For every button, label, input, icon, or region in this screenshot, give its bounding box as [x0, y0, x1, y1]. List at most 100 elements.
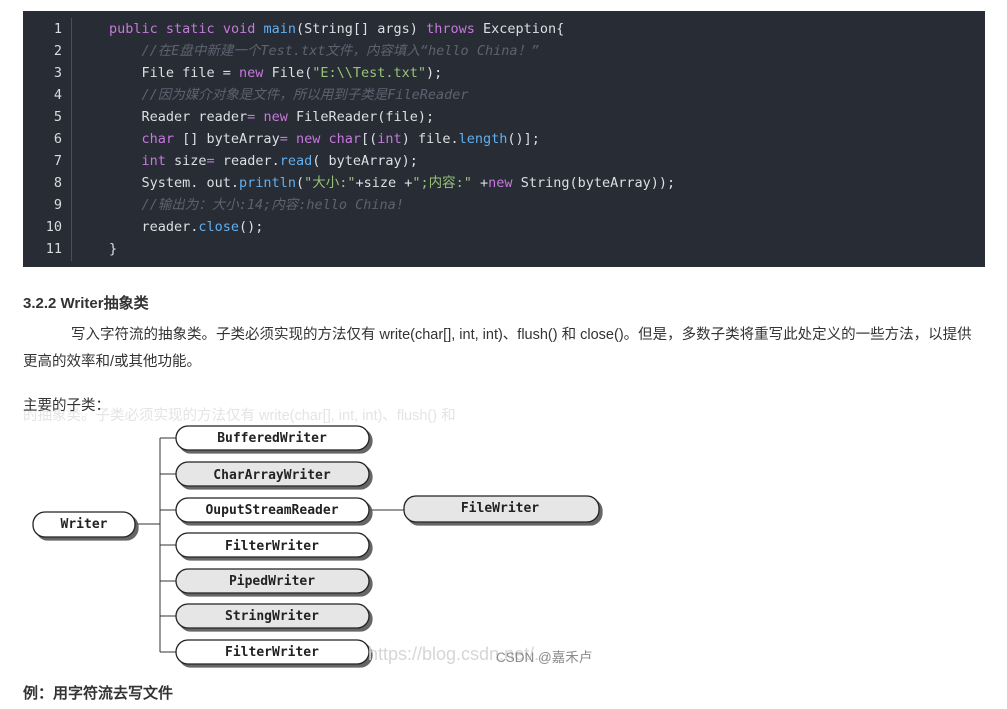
line-number: 6 [53, 131, 62, 147]
code-token: char [328, 131, 362, 147]
code-token: "E:\\Test.txt" [312, 65, 427, 81]
node-writer-label: Writer [61, 517, 108, 532]
code-token: (String[] args) [296, 21, 427, 37]
code-token: println [239, 175, 296, 191]
code-line: int size= reader.read( byteArray); [109, 150, 985, 172]
code-token: //输出为：大小:14;内容:hello China! [141, 197, 404, 213]
line-number: 4 [53, 87, 62, 103]
line-number: 5 [53, 109, 62, 125]
code-token: ); [426, 65, 443, 81]
code-token: ( byteArray); [312, 153, 418, 169]
node-outputstreamreader: OuputStreamReader [175, 497, 370, 523]
code-token: = [279, 131, 288, 147]
code-token: int [377, 131, 402, 147]
line-number: 8 [53, 175, 62, 191]
code-token: new [263, 109, 288, 125]
code-token: reader. [214, 153, 280, 169]
node-chararraywriter-label: CharArrayWriter [213, 468, 331, 483]
code-line: reader.close(); [109, 216, 985, 238]
code-token: ";内容:" [412, 175, 472, 191]
code-token: File( [263, 65, 313, 81]
code-token: close [198, 219, 240, 235]
code-line: File file = new File("E:\\Test.txt"); [109, 62, 985, 84]
code-token: [( [361, 131, 378, 147]
code-block: 1 2 3 4 5 6 7 8 9 10 11 public static void main(St… [23, 11, 985, 267]
node-filterwriter-1-label: FilterWriter [225, 539, 319, 554]
code-token: int [141, 153, 166, 169]
line-number: 10 [45, 219, 62, 235]
code-token: FileReader(file); [287, 109, 435, 125]
code-token: read [279, 153, 313, 169]
code-token: //在E盘中新建一个Test.txt文件，内容填入“hello China！” [141, 43, 540, 59]
code-token: + [471, 175, 489, 191]
code-token: = [206, 153, 215, 169]
csdn-watermark: CSDN @嘉禾卢 [496, 650, 593, 665]
code-token: public [109, 21, 158, 37]
code-token: new [239, 65, 264, 81]
node-stringwriter: StringWriter [175, 603, 370, 629]
code-content: public static void main(String[] args) t… [109, 18, 985, 260]
code-line: //因为媒介对象是文件，所以用到子类是FileReader [109, 84, 985, 106]
code-line: System. out.println("大小:"+size +";内容:" +… [109, 172, 985, 194]
code-token: [] byteArray [174, 131, 280, 147]
line-number: 1 [53, 21, 62, 37]
code-token: (); [239, 219, 264, 235]
code-line: char [] byteArray= new char[(int) file.l… [109, 128, 985, 150]
code-token: System. out. [109, 175, 240, 191]
node-chararraywriter: CharArrayWriter [175, 461, 370, 487]
code-line: } [109, 238, 985, 260]
node-bufferedwriter: BufferedWriter [175, 425, 370, 451]
code-token: void [222, 21, 256, 37]
node-writer: Writer [32, 511, 136, 538]
example-heading: 例：用字符流去写文件 [23, 685, 174, 702]
code-token: ) file. [401, 131, 459, 147]
node-pipedwriter: PipedWriter [175, 568, 370, 594]
code-token: String(byteArray)); [512, 175, 676, 191]
code-token: char [141, 131, 175, 147]
code-token: //因为媒介对象是文件，所以用到子类是FileReader [141, 87, 469, 103]
code-token: static [165, 21, 215, 37]
writer-class-diagram: Writer BufferedWriter CharArrayWriter Ou… [32, 425, 600, 665]
node-filewriter: FileWriter [403, 495, 600, 523]
node-stringwriter-label: StringWriter [225, 609, 319, 624]
code-token: } [109, 241, 118, 257]
code-token: main [263, 21, 297, 37]
line-number: 2 [53, 43, 62, 59]
node-filewriter-label: FileWriter [461, 501, 539, 516]
code-token: "大小:" [304, 175, 356, 191]
node-bufferedwriter-label: BufferedWriter [217, 431, 327, 446]
code-line: //在E盘中新建一个Test.txt文件，内容填入“hello China！” [109, 40, 985, 62]
line-number: 3 [53, 65, 62, 81]
line-number: 7 [53, 153, 62, 169]
code-line: public static void main(String[] args) t… [109, 18, 985, 40]
code-line: Reader reader= new FileReader(file); [109, 106, 985, 128]
node-outputstreamreader-label: OuputStreamReader [205, 503, 338, 518]
node-pipedwriter-label: PipedWriter [229, 574, 315, 589]
code-token: new [295, 131, 321, 147]
section-heading: 3.2.2 Writer抽象类 [23, 295, 149, 312]
code-token: reader. [109, 219, 199, 235]
code-token: new [488, 175, 513, 191]
line-number-gutter: 1 2 3 4 5 6 7 8 9 10 11 [23, 18, 72, 261]
code-token: ( [295, 175, 305, 191]
node-filterwriter-2: FilterWriter [175, 639, 370, 665]
line-number: 11 [45, 241, 62, 257]
code-token: size [165, 153, 207, 169]
section-paragraph: 写入字符流的抽象类。子类必须实现的方法仅有 write(char[], int,… [23, 327, 972, 370]
line-number: 9 [53, 197, 62, 213]
code-line: //输出为：大小:14;内容:hello China! [109, 194, 985, 216]
code-token: length [458, 131, 508, 147]
node-filterwriter-2-label: FilterWriter [225, 645, 319, 660]
code-token: ()]; [507, 131, 540, 147]
code-token: +size + [355, 175, 413, 191]
node-filterwriter-1: FilterWriter [175, 532, 370, 558]
